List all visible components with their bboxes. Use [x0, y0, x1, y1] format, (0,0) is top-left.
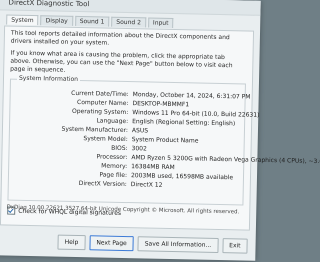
exit-button[interactable]: Exit [222, 237, 248, 254]
info-value: English (Regional Setting: English) [132, 118, 236, 128]
tab-system[interactable]: System [6, 14, 39, 26]
info-label: Processor: [96, 153, 128, 162]
info-label: System Model: [83, 135, 128, 144]
info-value: DirectX 12 [130, 181, 163, 189]
info-label: Current Date/Time: [71, 89, 129, 99]
system-information-group: System Information Current Date/Time: Mo… [7, 74, 320, 206]
info-value: 2003MB used, 16598MB available [130, 172, 234, 182]
dxdiag-window: DirectX Diagnostic Tool System Display S… [0, 0, 320, 261]
window-title: DirectX Diagnostic Tool [8, 0, 90, 9]
tab-sound-1[interactable]: Sound 1 [74, 15, 110, 27]
intro-line-2: If you know what area is causing the pro… [10, 49, 233, 74]
next-page-button[interactable]: Next Page [89, 234, 134, 251]
tab-input[interactable]: Input [147, 17, 174, 28]
system-information-title: System Information [16, 74, 81, 84]
info-value: 3002 [131, 145, 147, 153]
info-value: System Product Name [131, 136, 199, 145]
info-value: 16384MB RAM [131, 163, 175, 172]
info-value: Monday, October 14, 2024, 6:31:07 PM [132, 91, 251, 101]
info-label: Operating System: [71, 107, 129, 117]
info-label: Language: [96, 117, 129, 126]
system-panel: This tool reports detailed information a… [0, 25, 320, 231]
intro-line-1: This tool reports detailed information a… [10, 29, 230, 47]
button-bar: Help Next Page Save All Information... E… [0, 229, 250, 256]
info-label: Page file: [99, 171, 128, 180]
info-value: Windows 11 Pro 64-bit (10.0, Build 22631… [132, 109, 260, 119]
tab-sound-2[interactable]: Sound 2 [111, 16, 147, 28]
tab-display[interactable]: Display [40, 15, 73, 26]
help-button[interactable]: Help [57, 234, 86, 250]
info-value: ASUS [131, 127, 149, 135]
info-label: DirectX Version: [78, 180, 127, 189]
info-label: Computer Name: [76, 98, 129, 108]
info-value: DESKTOP-MBMMF1 [132, 100, 190, 109]
info-label: BIOS: [111, 144, 128, 153]
info-label: Memory: [101, 162, 128, 171]
info-label: System Manufacturer: [61, 125, 129, 135]
